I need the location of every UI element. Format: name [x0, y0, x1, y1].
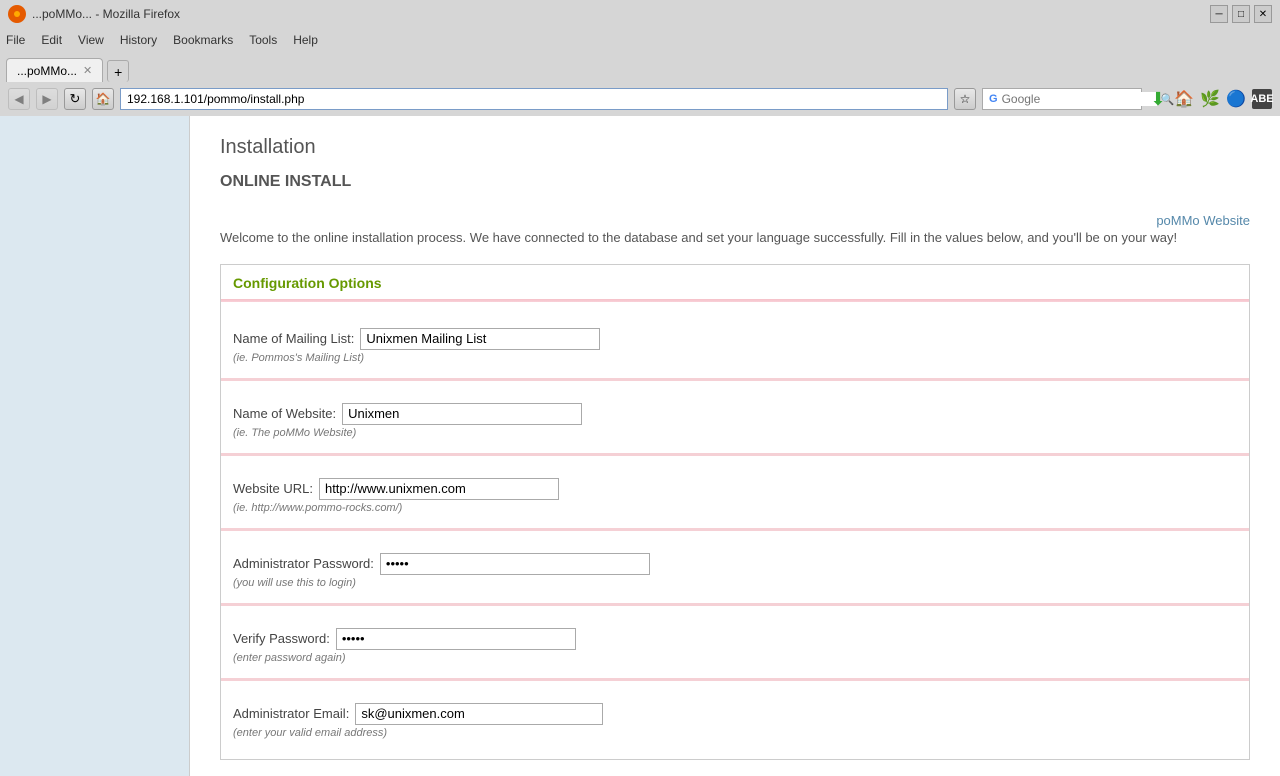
- search-input[interactable]: [1002, 92, 1157, 106]
- menu-tools[interactable]: Tools: [249, 33, 277, 47]
- address-input[interactable]: [120, 88, 948, 110]
- admin-password-label: Administrator Password:: [233, 556, 374, 571]
- shield-icon[interactable]: 🔵: [1226, 89, 1246, 109]
- tab-label: ...poMMo...: [17, 64, 77, 78]
- window-title: ...poMMo... - Mozilla Firefox: [32, 7, 180, 21]
- menu-history[interactable]: History: [120, 33, 157, 47]
- welcome-text: Welcome to the online installation proce…: [220, 228, 1250, 248]
- website-name-hint: (ie. The poMMo Website): [233, 427, 1237, 445]
- website-name-form-row: Name of Website:: [233, 395, 1237, 427]
- menu-bar: File Edit View History Bookmarks Tools H…: [0, 28, 1280, 52]
- main-content: Installation ONLINE INSTALL poMMo Websit…: [190, 116, 1280, 776]
- page-content: Installation ONLINE INSTALL poMMo Websit…: [0, 116, 1280, 776]
- admin-email-label: Administrator Email:: [233, 706, 349, 721]
- mailing-list-input[interactable]: [360, 328, 600, 350]
- admin-password-input[interactable]: [380, 553, 650, 575]
- verify-password-hint: (enter password again): [233, 652, 1237, 670]
- mailing-list-label: Name of Mailing List:: [233, 331, 354, 346]
- admin-password-form-row: Administrator Password:: [233, 545, 1237, 577]
- website-name-field-row: Name of Website: (ie. The poMMo Website): [233, 385, 1237, 449]
- abe-icon[interactable]: ABE: [1252, 89, 1272, 109]
- config-title: Configuration Options: [233, 275, 1237, 291]
- website-url-hint: (ie. http://www.pommo-rocks.com/): [233, 502, 1237, 520]
- admin-email-field-row: Administrator Email: (enter your valid e…: [233, 685, 1237, 749]
- page-title: Installation: [220, 136, 1250, 159]
- menu-file[interactable]: File: [6, 33, 25, 47]
- website-url-input[interactable]: [319, 478, 559, 500]
- admin-password-field-row: Administrator Password: (you will use th…: [233, 535, 1237, 599]
- admin-email-input[interactable]: [355, 703, 603, 725]
- google-logo: G: [989, 93, 998, 105]
- website-url-label: Website URL:: [233, 481, 313, 496]
- pommo-website-link[interactable]: poMMo Website: [1156, 213, 1250, 228]
- back-button[interactable]: ◀: [8, 88, 30, 110]
- mailing-list-hint: (ie. Pommos's Mailing List): [233, 352, 1237, 370]
- menu-help[interactable]: Help: [293, 33, 318, 47]
- tab-bar: ...poMMo... ✕ +: [0, 52, 1280, 82]
- new-tab-button[interactable]: +: [107, 60, 129, 82]
- website-url-form-row: Website URL:: [233, 470, 1237, 502]
- sidebar: [0, 116, 190, 776]
- home-icon[interactable]: 🏠: [1174, 89, 1194, 109]
- close-button[interactable]: ✕: [1254, 5, 1272, 23]
- website-name-label: Name of Website:: [233, 406, 336, 421]
- menu-view[interactable]: View: [78, 33, 104, 47]
- reload-button[interactable]: ↻: [64, 88, 86, 110]
- mailing-list-form-row: Name of Mailing List:: [233, 320, 1237, 352]
- address-bar: ◀ ▶ ↻ 🏠 ☆ G 🔍 ⬇ 🏠 🌿 🔵 ABE: [0, 82, 1280, 116]
- search-box: G 🔍: [982, 88, 1142, 110]
- home-button[interactable]: 🏠: [92, 88, 114, 110]
- maximize-button[interactable]: □: [1232, 5, 1250, 23]
- verify-password-input[interactable]: [336, 628, 576, 650]
- minimize-button[interactable]: ─: [1210, 5, 1228, 23]
- admin-email-form-row: Administrator Email:: [233, 695, 1237, 727]
- website-url-field-row: Website URL: (ie. http://www.pommo-rocks…: [233, 460, 1237, 524]
- verify-password-form-row: Verify Password:: [233, 620, 1237, 652]
- verify-password-field-row: Verify Password: (enter password again): [233, 610, 1237, 674]
- config-section: Configuration Options Name of Mailing Li…: [220, 264, 1250, 760]
- menu-bookmarks[interactable]: Bookmarks: [173, 33, 233, 47]
- forward-button[interactable]: ▶: [36, 88, 58, 110]
- window-controls[interactable]: ─ □ ✕: [1210, 5, 1272, 23]
- browser-tab[interactable]: ...poMMo... ✕: [6, 58, 103, 82]
- firefox-icon: [8, 5, 26, 23]
- verify-password-label: Verify Password:: [233, 631, 330, 646]
- bookmark-star-button[interactable]: ☆: [954, 88, 976, 110]
- website-name-input[interactable]: [342, 403, 582, 425]
- admin-email-hint: (enter your valid email address): [233, 727, 1237, 745]
- mailing-list-field-row: Name of Mailing List: (ie. Pommos's Mail…: [233, 310, 1237, 374]
- tab-close-icon[interactable]: ✕: [83, 64, 92, 77]
- toolbar-icons: ⬇ 🏠 🌿 🔵 ABE: [1148, 89, 1272, 109]
- menu-edit[interactable]: Edit: [41, 33, 62, 47]
- admin-password-hint: (you will use this to login): [233, 577, 1237, 595]
- section-title: ONLINE INSTALL: [220, 173, 351, 191]
- download-icon[interactable]: ⬇: [1148, 89, 1168, 109]
- leaf-icon[interactable]: 🌿: [1200, 89, 1220, 109]
